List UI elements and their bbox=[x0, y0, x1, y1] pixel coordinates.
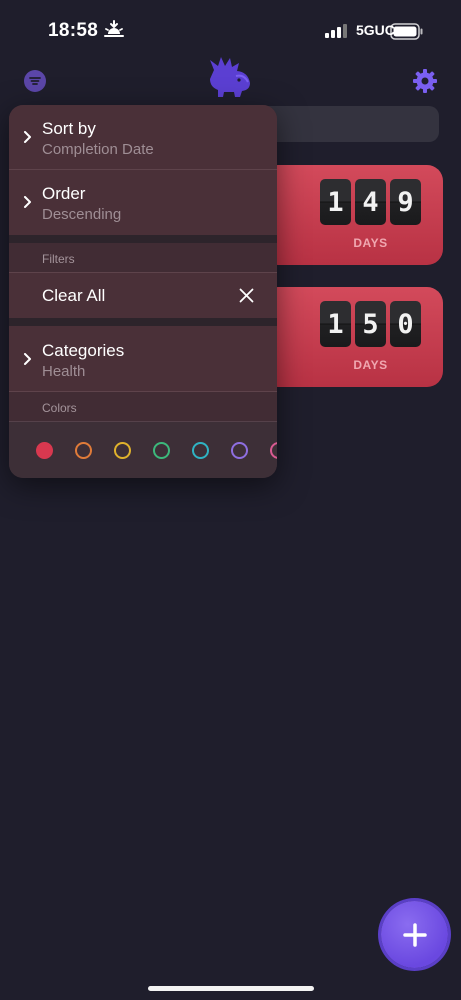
chevron-right-icon bbox=[24, 353, 31, 365]
sunset-icon bbox=[104, 20, 124, 37]
days-label: DAYS bbox=[353, 358, 388, 372]
gear-icon[interactable] bbox=[412, 68, 438, 94]
triceratops-logo bbox=[210, 57, 250, 97]
clear-all-label: Clear All bbox=[42, 286, 106, 305]
flip-digit: 1 bbox=[320, 179, 351, 225]
colors-header: Colors bbox=[9, 392, 277, 422]
order-title: Order bbox=[42, 184, 86, 203]
flip-digit: 4 bbox=[355, 179, 386, 225]
countdown-card[interactable]: 1 5 0 DAYS bbox=[262, 287, 443, 387]
color-swatch[interactable] bbox=[231, 442, 248, 459]
search-bar[interactable] bbox=[255, 106, 439, 142]
flip-digit: 9 bbox=[390, 179, 421, 225]
color-swatch[interactable] bbox=[192, 442, 209, 459]
add-button[interactable] bbox=[381, 901, 448, 968]
close-icon bbox=[239, 288, 254, 303]
flip-digit: 1 bbox=[320, 301, 351, 347]
chevron-right-icon bbox=[24, 196, 31, 208]
sort-by-title: Sort by bbox=[42, 119, 96, 138]
categories-value: Health bbox=[42, 363, 86, 380]
chevron-right-icon bbox=[24, 131, 31, 143]
filters-header: Filters bbox=[9, 243, 277, 273]
sort-by-value: Completion Date bbox=[42, 141, 154, 158]
color-swatch[interactable] bbox=[75, 442, 92, 459]
home-indicator bbox=[148, 986, 314, 991]
color-swatch-list bbox=[9, 422, 277, 478]
signal-icon bbox=[325, 24, 347, 38]
flip-digit: 0 bbox=[390, 301, 421, 347]
categories-row[interactable]: Categories Health bbox=[9, 326, 277, 392]
order-row[interactable]: Order Descending bbox=[9, 170, 277, 235]
filter-button[interactable] bbox=[24, 70, 46, 92]
color-swatch[interactable] bbox=[36, 442, 53, 459]
days-label: DAYS bbox=[353, 236, 388, 250]
flip-counter: 1 4 9 bbox=[320, 179, 421, 225]
color-swatch[interactable] bbox=[153, 442, 170, 459]
sort-by-row[interactable]: Sort by Completion Date bbox=[9, 105, 277, 170]
flip-digit: 5 bbox=[355, 301, 386, 347]
colors-label: Colors bbox=[42, 401, 77, 415]
status-time: 18:58 bbox=[48, 20, 99, 41]
flip-counter: 1 5 0 bbox=[320, 301, 421, 347]
section-divider bbox=[9, 235, 277, 243]
countdown-card[interactable]: 1 4 9 DAYS bbox=[262, 165, 443, 265]
color-swatch[interactable] bbox=[270, 442, 277, 459]
section-divider bbox=[9, 318, 277, 326]
order-value: Descending bbox=[42, 206, 122, 223]
filters-label: Filters bbox=[42, 252, 75, 266]
color-swatch[interactable] bbox=[114, 442, 131, 459]
clear-all-row[interactable]: Clear All bbox=[9, 273, 277, 318]
sort-filter-menu: Sort by Completion Date Order Descending… bbox=[9, 105, 277, 478]
plus-icon bbox=[402, 922, 427, 947]
categories-title: Categories bbox=[42, 341, 125, 360]
battery-icon bbox=[390, 23, 423, 40]
filter-icon bbox=[29, 77, 41, 85]
